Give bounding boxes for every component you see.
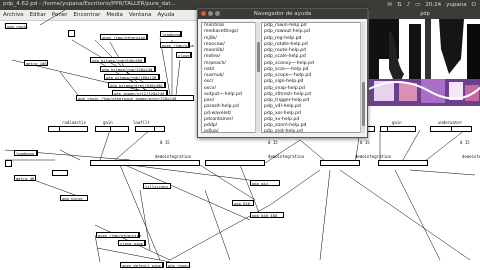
menu-ayuda[interactable]: Ayuda (158, 12, 175, 18)
slider-label: radioactiv (62, 120, 87, 125)
menu-ventana[interactable]: Ventana (129, 12, 152, 18)
pdp-chain-3[interactable] (320, 160, 360, 166)
obj-4[interactable]: open /tmp/otherpipe (100, 34, 148, 40)
slider-label: gain (392, 120, 402, 125)
menu-bar: Archivo Editar Poner Encontrar Media Ven… (0, 10, 203, 21)
slider-gain[interactable] (95, 126, 129, 132)
video-frame (368, 19, 480, 106)
range-label: 0 15 (460, 140, 470, 145)
demo-label: demointegration (462, 154, 480, 159)
menu-poner[interactable]: Poner (52, 12, 68, 18)
system-tray: ✉ ⇅ ♪ ▭ 20:24 yupana ⏻ (387, 0, 476, 10)
help-left-item[interactable]: pdlua/ (202, 129, 255, 132)
demo-label: demointegration (155, 154, 192, 159)
power-icon[interactable]: ⏻ (472, 0, 476, 10)
toggle-2[interactable] (5, 160, 12, 167)
obj-pdp-640[interactable]: pdp 640 480 (250, 212, 284, 218)
pdp-chain-1[interactable] (90, 160, 200, 166)
window-title: pdp_4.62.pd - /home/yupana/Escritorio/PP… (3, 1, 176, 7)
obj-pdp-mix[interactable]: pdp_mix (250, 180, 280, 186)
slider-lowfilt[interactable] (135, 126, 165, 132)
help-titlebar[interactable]: Navegador de ayuda (198, 9, 367, 19)
sound-icon[interactable]: ♪ (407, 0, 411, 10)
obj-metro-40[interactable]: metro 40 (14, 175, 36, 181)
obj-2[interactable]: metro 100 (24, 60, 48, 66)
pdp-output-window[interactable]: pdp (368, 10, 480, 106)
slider-label: gain (103, 120, 113, 125)
obj-tillscreen[interactable]: tillscreen (143, 183, 171, 189)
toggle-1[interactable] (68, 30, 75, 37)
help-browser-window[interactable]: Navegador de ayuda mantilla/mediasetting… (197, 8, 368, 138)
user-name[interactable]: yupana (446, 0, 466, 10)
obj-12[interactable]: close (176, 52, 192, 58)
range-label: 0 15 (160, 140, 170, 145)
obj-pdp-640b[interactable]: pdp 640 (232, 200, 254, 206)
number-box[interactable] (52, 170, 68, 176)
obj-pdp-noise[interactable]: pdp_noise (60, 195, 88, 201)
obj-rawout[interactable]: pdp_rawout (166, 262, 191, 268)
clock[interactable]: 20:24 (425, 0, 441, 10)
obj-6[interactable]: pdp_bitmap/rgb/320x240 (100, 66, 156, 72)
obj-open-default-pipe[interactable]: open default pipe (120, 262, 164, 268)
menu-encontrar[interactable]: Encontrar (73, 12, 100, 18)
obj-10[interactable]: pdp_rawin /tmp/otherpipe image/grey/320x… (76, 95, 194, 101)
network-icon[interactable]: ⇅ (397, 0, 402, 10)
pdp-chain-2[interactable] (205, 160, 265, 166)
obj-3[interactable]: loadbang (160, 31, 182, 37)
obj-11[interactable]: open /tmp/pipe (160, 42, 194, 48)
demo-label: demointegration (268, 154, 305, 159)
slider-gain-2[interactable] (380, 126, 416, 132)
slider-underwater-2[interactable] (430, 126, 472, 132)
obj-7[interactable]: pdp_bitmap/rgb/160x120 (104, 74, 160, 80)
help-right-item[interactable]: pdp_zrot-help.pd (262, 129, 360, 132)
obj-loadbang[interactable]: loadbang (14, 150, 38, 156)
pdp-chain-4[interactable] (378, 160, 428, 166)
menu-media[interactable]: Media (106, 12, 123, 18)
obj-8[interactable]: pdp_bitmap/grey/640x480 (108, 82, 166, 88)
pdp-output-titlebar[interactable]: pdp (369, 10, 480, 19)
help-right-list[interactable]: pdp_rawin-help.pd pdp_rawout-help.pd pdp_r… (261, 22, 361, 133)
slider-label: underwater (438, 120, 463, 125)
slider-radioactiv[interactable] (48, 126, 88, 132)
obj-close-pipe[interactable]: close pipe (118, 240, 146, 246)
help-right-scrollbar[interactable] (360, 22, 365, 133)
mail-icon[interactable]: ✉ (387, 0, 392, 10)
slider-label: lowfilt (133, 120, 150, 125)
battery-icon[interactable]: ▭ (415, 0, 420, 10)
help-title: Navegador de ayuda (253, 11, 312, 17)
demo-label: demointegration (355, 154, 392, 159)
menu-archivo[interactable]: Archivo (3, 12, 24, 18)
obj-1[interactable]: pdp_rawin (5, 23, 28, 29)
help-left-list[interactable]: mantilla/mediasettings/mjlib/moocow/moon… (201, 22, 256, 133)
range-label: 0 15 (360, 140, 370, 145)
range-label: 0 15 (268, 140, 278, 145)
menu-editar[interactable]: Editar (30, 12, 46, 18)
help-left-scrollbar[interactable] (255, 22, 260, 133)
pdp-output-title: pdp (420, 11, 430, 17)
obj-5[interactable]: pdp_bitmap/rgb/640x480 (90, 57, 146, 63)
obj-open-otherpipe[interactable]: open /tmp/otherpipe (96, 232, 141, 238)
